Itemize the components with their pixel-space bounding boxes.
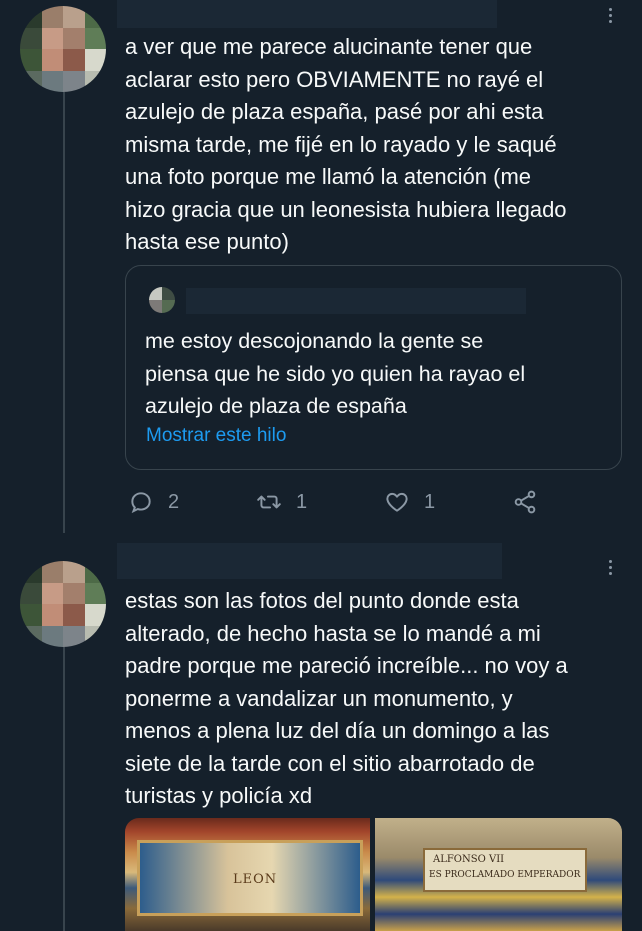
reply-count: 2: [168, 490, 180, 513]
photo-2-label-1: ALFONSO VII: [433, 854, 505, 865]
reply-button[interactable]: 2: [128, 489, 179, 515]
share-button[interactable]: [512, 489, 538, 515]
more-options-icon[interactable]: [600, 555, 620, 579]
retweet-button[interactable]: 1: [256, 489, 307, 515]
photo-2[interactable]: ALFONSO VII ES PROCLAMADO EMPERADOR: [375, 818, 622, 931]
photo-grid[interactable]: LEON ALFONSO VII ES PROCLAMADO EMPERADOR: [125, 818, 622, 931]
like-count: 1: [424, 490, 436, 513]
redacted-username[interactable]: [117, 0, 497, 28]
more-options-icon[interactable]: [600, 3, 620, 27]
photo-1-label: LEON: [233, 872, 278, 887]
redacted-username[interactable]: [117, 543, 502, 579]
show-thread-link[interactable]: Mostrar este hilo: [146, 425, 286, 447]
like-icon: [386, 492, 408, 512]
quoted-tweet[interactable]: me estoy descojonando la gente se piensa…: [125, 265, 622, 470]
retweet-icon: [257, 495, 281, 509]
like-button[interactable]: 1: [384, 489, 435, 515]
tweet-text: a ver que me parece alucinante tener que…: [125, 34, 567, 254]
quoted-avatar[interactable]: [149, 287, 175, 313]
retweet-count: 1: [296, 490, 308, 513]
quoted-redacted-username[interactable]: [186, 288, 526, 314]
avatar[interactable]: [20, 6, 106, 92]
tweet-text: estas son las fotos del punto donde esta…: [125, 588, 568, 808]
photo-2-label-2: ES PROCLAMADO EMPERADOR: [429, 870, 581, 880]
reply-icon: [131, 492, 151, 514]
share-icon: [514, 490, 536, 514]
avatar[interactable]: [20, 561, 106, 647]
thread-line-2: [63, 645, 65, 931]
quoted-tweet-text: me estoy descojonando la gente se piensa…: [145, 329, 526, 418]
photo-1[interactable]: LEON: [125, 818, 370, 931]
thread-line-1: [63, 92, 65, 533]
